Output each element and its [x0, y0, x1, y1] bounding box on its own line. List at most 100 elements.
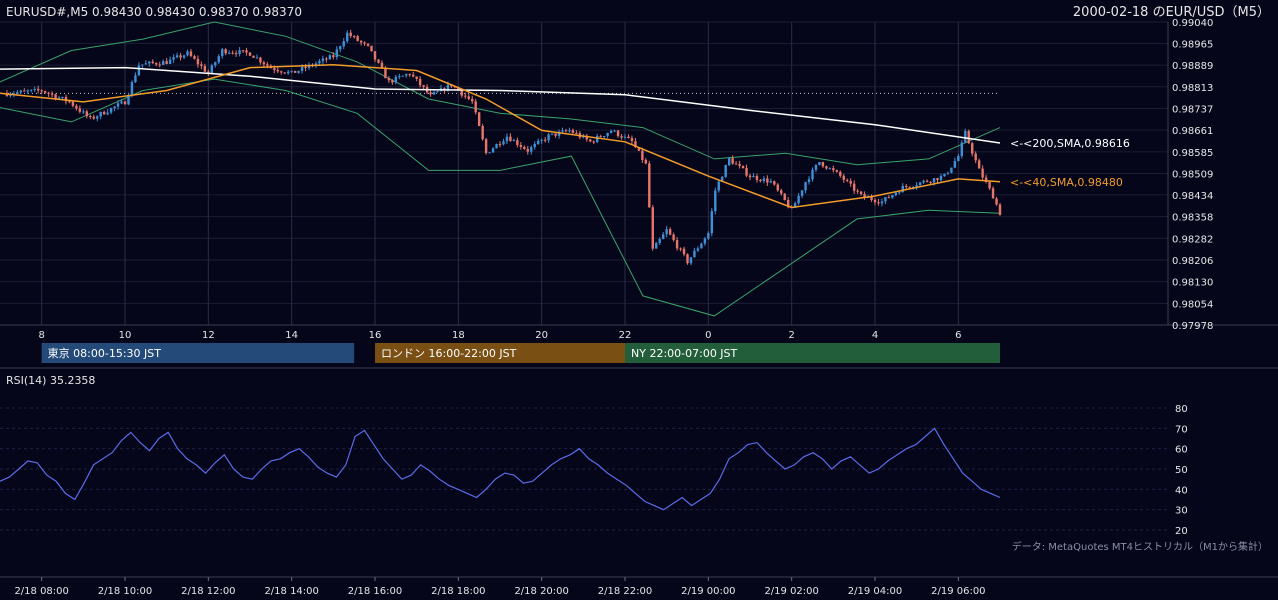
price-tick: 0.98813: [1172, 83, 1213, 94]
candle-body: [61, 96, 64, 98]
candle-body: [280, 71, 283, 73]
candle-body: [96, 116, 99, 119]
bollinger-lower: [0, 78, 1001, 317]
session-label: ロンドン 16:00-22:00 JST: [381, 347, 517, 360]
candle-body: [30, 89, 33, 91]
candle-body: [880, 201, 884, 204]
price-tick: 0.98509: [1172, 170, 1213, 181]
candle-body: [377, 59, 380, 63]
candle-body: [571, 130, 575, 133]
time-tick-label: 2/19 00:00: [681, 586, 735, 597]
candle-body: [682, 248, 686, 255]
candle-body: [47, 92, 50, 94]
candle-body: [43, 91, 47, 93]
price-tick: 0.98130: [1172, 278, 1213, 289]
candle-body: [488, 152, 491, 154]
candle-body: [109, 108, 113, 113]
candle-body: [346, 32, 349, 42]
rsi-title: RSI(14) 35.2358: [6, 374, 95, 387]
candle-body: [148, 61, 151, 64]
candle-body: [227, 52, 231, 54]
candle-body: [158, 64, 161, 66]
candle-body: [655, 242, 658, 249]
candle-body: [648, 163, 651, 208]
candle-body: [589, 139, 592, 142]
time-tick-label: 2/18 22:00: [598, 586, 652, 597]
candle-body: [26, 90, 29, 92]
candle-body: [491, 148, 495, 153]
candle-body: [936, 178, 939, 181]
candle-body: [460, 90, 464, 96]
price-grid: [0, 21, 1278, 326]
price-tick: 0.97978: [1172, 321, 1213, 332]
hour-tick: 2: [788, 330, 794, 341]
candle-body: [349, 32, 352, 37]
candle-body: [891, 195, 894, 198]
candle-body: [231, 52, 234, 54]
candle-body: [335, 49, 339, 58]
candle-body: [276, 69, 279, 72]
candle-body: [54, 94, 57, 99]
candle-body: [554, 133, 557, 136]
sma200-line: [0, 66, 1001, 144]
hour-tick: 14: [285, 330, 298, 341]
candle-body: [884, 197, 887, 202]
candle-body: [464, 95, 467, 97]
candle-body: [602, 135, 606, 137]
candle-body: [734, 163, 738, 165]
candle-body: [373, 51, 377, 60]
candle-body: [196, 58, 200, 65]
candle-body: [89, 116, 92, 118]
candle-body: [200, 64, 203, 67]
candle-body: [898, 192, 901, 194]
candle-body: [995, 198, 998, 205]
candle-body: [23, 90, 26, 92]
candle-body: [325, 58, 328, 60]
candle-body: [328, 55, 332, 60]
time-tick-label: 2/18 08:00: [14, 586, 68, 597]
rsi-tick: 50: [1175, 465, 1188, 476]
candle-body: [418, 78, 422, 86]
candle-body: [804, 182, 807, 191]
candle-body: [536, 140, 540, 144]
candle-body: [411, 74, 415, 77]
candle-body: [828, 168, 832, 170]
candle-body: [155, 63, 158, 65]
hour-tick: 18: [452, 330, 465, 341]
candle-body: [283, 72, 286, 74]
candle-body: [144, 63, 148, 65]
candle-body: [141, 64, 144, 66]
candle-body: [616, 130, 620, 137]
candle-body: [172, 57, 175, 60]
candle-body: [981, 168, 984, 178]
candle-body: [19, 90, 23, 93]
candle-body: [175, 55, 179, 58]
candle-body: [85, 111, 89, 117]
candle-body: [658, 239, 661, 243]
candle-body: [957, 156, 960, 162]
candle-body: [627, 136, 630, 139]
candle-body: [901, 185, 904, 193]
candle-body: [359, 40, 363, 43]
candle-body: [262, 62, 266, 65]
date-symbol-title: 2000-02-18 のEUR/USD（M5）: [1073, 5, 1270, 20]
candle-body: [481, 126, 484, 140]
hour-tick: 12: [202, 330, 215, 341]
candle-body: [835, 170, 839, 172]
candle-body: [939, 176, 943, 181]
bollinger-bands: [0, 21, 1001, 317]
candle-body: [696, 248, 700, 251]
candle-body: [818, 161, 821, 166]
candle-body: [137, 65, 141, 76]
candle-body: [714, 190, 717, 212]
candle-body: [526, 148, 529, 152]
candle-body: [859, 191, 863, 195]
candle-body: [116, 103, 120, 107]
candle-body: [561, 130, 564, 132]
candle-body: [161, 61, 165, 65]
candle-body: [825, 166, 828, 169]
candle-body: [974, 153, 977, 161]
candle-body: [436, 91, 439, 93]
candle-body: [877, 202, 880, 204]
candle-body: [727, 158, 731, 166]
